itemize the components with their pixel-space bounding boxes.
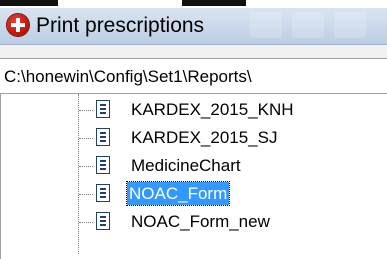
tree-branch-line xyxy=(79,194,93,195)
path-text: C:\honewin\Config\Set1\Reports\ xyxy=(4,67,252,86)
tree-item-label[interactable]: NOAC_Form_new xyxy=(129,210,272,233)
title-bar-button[interactable] xyxy=(250,12,282,38)
tree-branch-line xyxy=(79,110,93,111)
document-icon xyxy=(96,100,110,118)
top-strip-segment xyxy=(0,0,58,6)
top-strip-segment xyxy=(182,0,246,6)
document-icon xyxy=(96,212,110,230)
report-tree[interactable]: KARDEX_2015_KNH KARDEX_2015_SJ MedicineC… xyxy=(0,94,387,259)
window-title: Print prescriptions xyxy=(36,14,205,37)
document-icon xyxy=(96,184,110,202)
path-bar: C:\honewin\Config\Set1\Reports\ xyxy=(0,58,387,94)
title-bar-button[interactable] xyxy=(334,12,366,38)
tree-item-label[interactable]: MedicineChart xyxy=(129,154,243,177)
tree-item[interactable]: MedicineChart xyxy=(1,153,387,179)
tree-branch-line xyxy=(79,222,93,223)
tree-item-label[interactable]: NOAC_Form xyxy=(125,181,231,206)
tree-item[interactable]: NOAC_Form_new xyxy=(1,209,387,235)
tree-item[interactable]: KARDEX_2015_KNH xyxy=(1,97,387,123)
document-icon xyxy=(96,128,110,146)
tree-branch-line xyxy=(79,138,93,139)
title-bar[interactable]: Print prescriptions xyxy=(0,8,387,45)
tree-item-label[interactable]: KARDEX_2015_SJ xyxy=(129,126,279,149)
document-icon xyxy=(96,156,110,174)
title-bar-button[interactable] xyxy=(292,12,324,38)
tree-item[interactable]: KARDEX_2015_SJ xyxy=(1,125,387,151)
red-cross-icon xyxy=(7,14,29,36)
tree-item-label[interactable]: KARDEX_2015_KNH xyxy=(129,98,296,121)
tree-branch-line xyxy=(79,166,93,167)
tree-item-selected[interactable]: NOAC_Form xyxy=(1,181,387,207)
